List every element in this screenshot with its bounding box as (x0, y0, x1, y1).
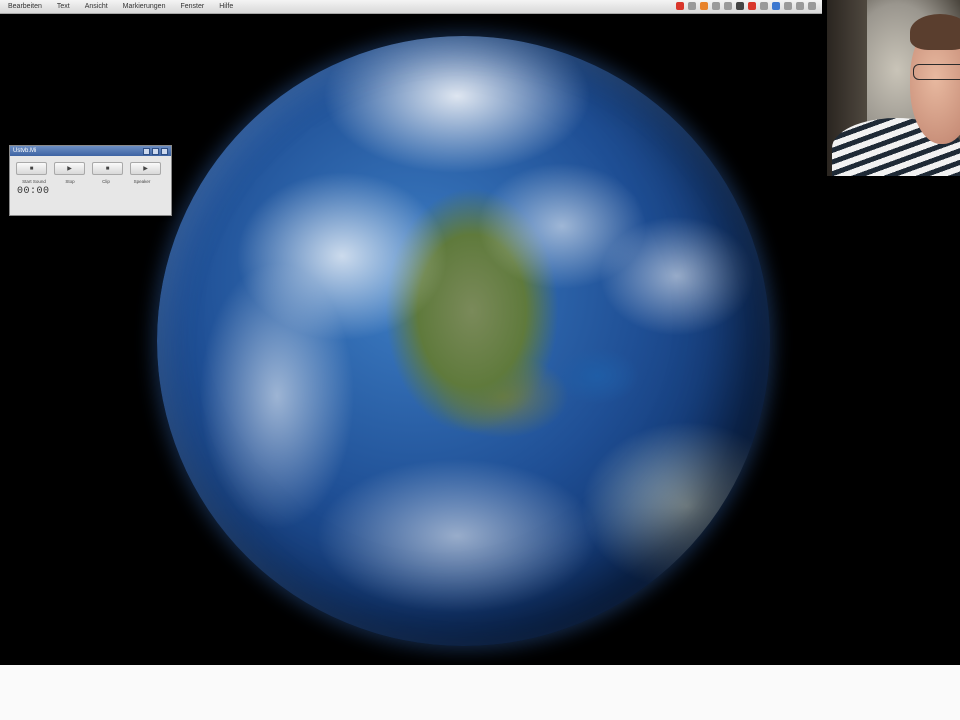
stop-icon: ■ (29, 165, 34, 172)
menu-hilfe[interactable]: Hilfe (219, 3, 233, 10)
menu-ansicht[interactable]: Ansicht (85, 3, 108, 10)
start-sound-label: Start Sound (22, 179, 46, 184)
window-titlebar[interactable]: Ustvb.Mi (10, 146, 171, 156)
gray-tray-icon[interactable] (688, 2, 696, 10)
time-display: 00:00 (17, 186, 50, 197)
red-app-icon[interactable] (676, 2, 684, 10)
gray-tray-icon[interactable] (784, 2, 792, 10)
close-button[interactable] (161, 147, 168, 155)
start-sound-button[interactable]: ■ (16, 162, 47, 175)
menu-items: Bearbeiten Text Ansicht Markierungen Fen… (0, 3, 248, 10)
stop-icon: ■ (105, 165, 110, 172)
speaker-button[interactable]: ▶ (130, 162, 161, 175)
gray-tray-icon[interactable] (724, 2, 732, 10)
menu-bearbeiten[interactable]: Bearbeiten (8, 3, 42, 10)
window-title: Ustvb.Mi (13, 148, 37, 154)
blue-tray-icon[interactable] (772, 2, 780, 10)
speaker-label: Speaker (133, 179, 151, 184)
status-tray (676, 2, 816, 10)
minimize-button[interactable] (143, 147, 150, 155)
dark-tray-icon[interactable] (736, 2, 744, 10)
orange-tray-icon[interactable] (700, 2, 708, 10)
menu-text[interactable]: Text (57, 3, 70, 10)
menubar: Bearbeiten Text Ansicht Markierungen Fen… (0, 0, 822, 14)
desktop-screen: Bearbeiten Text Ansicht Markierungen Fen… (0, 0, 960, 665)
webcam-person-glasses (913, 64, 960, 80)
gray-tray-icon[interactable] (808, 2, 816, 10)
maximize-button[interactable] (152, 147, 159, 155)
window-controls (143, 147, 168, 155)
recorder-window[interactable]: Ustvb.Mi ■ ▶ ■ ▶ Start Sound Stop Clip S… (9, 145, 172, 216)
menu-fenster[interactable]: Fenster (180, 3, 204, 10)
clip-button[interactable]: ■ (92, 162, 123, 175)
play-icon: ▶ (67, 165, 72, 172)
control-labels: Start Sound Stop Clip Speaker (10, 175, 171, 184)
control-buttons: ■ ▶ ■ ▶ (10, 156, 171, 175)
play-icon: ▶ (143, 165, 148, 172)
gray-tray-icon[interactable] (712, 2, 720, 10)
stop-label: Stop (65, 179, 75, 184)
clip-label: Clip (102, 179, 110, 184)
gray-tray-icon[interactable] (796, 2, 804, 10)
red-tray-icon[interactable] (748, 2, 756, 10)
gray-tray-icon[interactable] (760, 2, 768, 10)
earth-globe-image (157, 36, 770, 646)
webcam-person-hair (910, 14, 960, 50)
webcam-overlay (827, 0, 960, 176)
menu-markierungen[interactable]: Markierungen (123, 3, 166, 10)
stop-button[interactable]: ▶ (54, 162, 85, 175)
bottom-strip (0, 665, 960, 720)
